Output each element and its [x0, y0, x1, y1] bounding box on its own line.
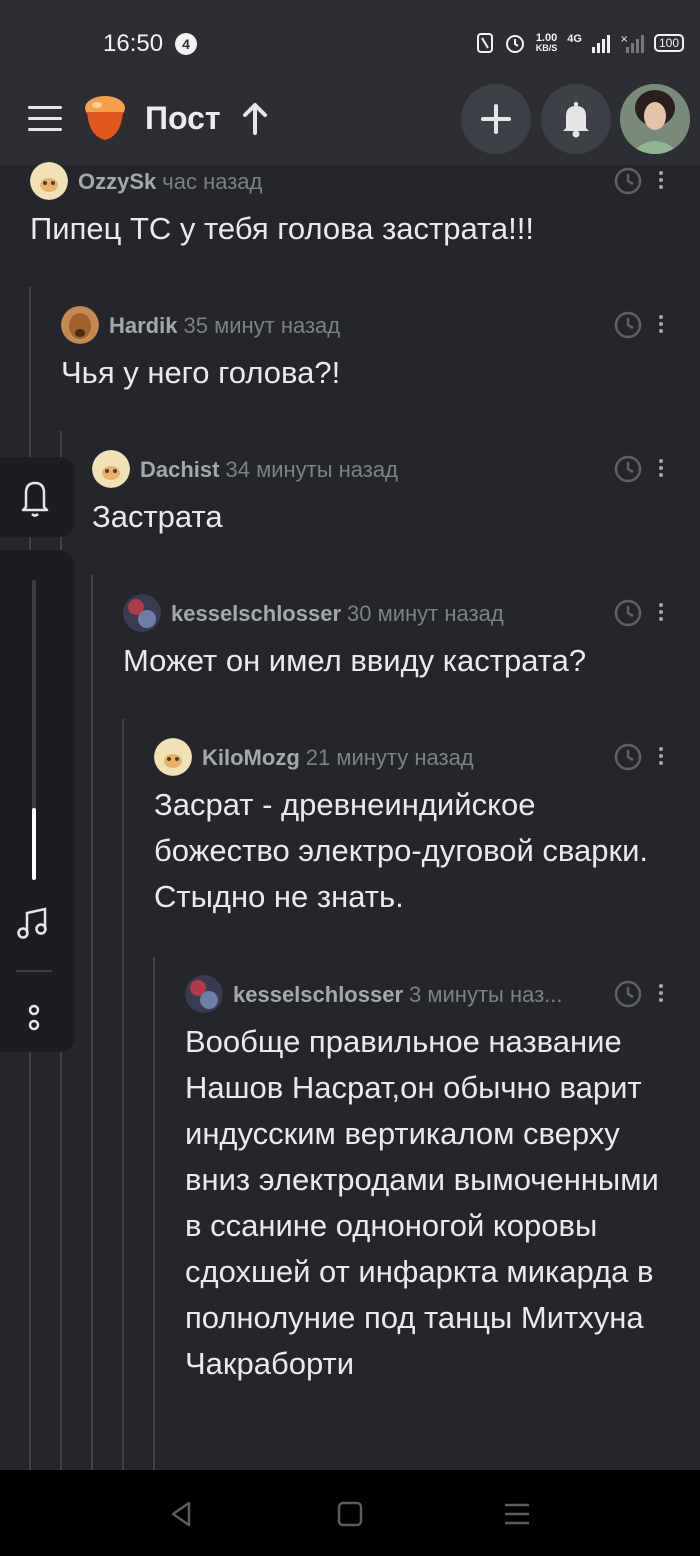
- recents-icon[interactable]: [500, 1497, 534, 1531]
- clock-icon[interactable]: [614, 599, 642, 627]
- avatar[interactable]: [92, 450, 130, 488]
- comment-header: OzzySk час назад: [30, 162, 700, 202]
- thread-line[interactable]: [91, 575, 93, 1470]
- comment-username[interactable]: kesselschlosser: [233, 982, 403, 1007]
- signal-icon: [591, 35, 610, 53]
- more-options-icon[interactable]: [658, 171, 664, 193]
- plus-icon: [481, 104, 511, 134]
- avatar[interactable]: [30, 162, 68, 200]
- comment-username[interactable]: KiloMozg: [202, 745, 300, 770]
- comment-header: Dachist 34 минуты назад: [92, 450, 700, 490]
- logo-icon[interactable]: [79, 92, 131, 144]
- add-post-button[interactable]: [461, 84, 531, 154]
- comment-time: 21 минуту назад: [305, 745, 474, 770]
- comment-time: 3 минуты наз...: [409, 982, 563, 1007]
- comment-time: 30 минут назад: [347, 601, 504, 626]
- comment: OzzySk час назад Пипец ТС у тебя голова з…: [30, 162, 700, 252]
- clock-icon[interactable]: [614, 455, 642, 483]
- more-options-icon[interactable]: [658, 603, 664, 625]
- clock-icon[interactable]: [614, 311, 642, 339]
- bell-icon: [563, 102, 589, 138]
- clock-icon[interactable]: [614, 980, 642, 1008]
- comment: KiloMozg 21 минуту назад Засрат - древнеи…: [154, 738, 700, 920]
- comment: Dachist 34 минуты назад Застрата: [92, 450, 700, 540]
- thread-line[interactable]: [122, 719, 124, 1470]
- comment-username[interactable]: kesselschlosser: [171, 601, 341, 626]
- comment-header: KiloMozg 21 минуту назад: [154, 738, 700, 778]
- nfc-icon: [476, 33, 493, 53]
- arrow-up-icon[interactable]: [240, 101, 270, 137]
- avatar[interactable]: [185, 975, 223, 1013]
- avatar[interactable]: [620, 84, 690, 154]
- clock-icon[interactable]: [614, 743, 642, 771]
- notifications-button[interactable]: [541, 84, 611, 154]
- battery-icon: 100: [653, 34, 684, 52]
- side-media-panel: [0, 550, 75, 1052]
- comment-text: Вообще правильное название Нашов Насрат,…: [185, 1024, 659, 1381]
- clock-icon[interactable]: [614, 167, 642, 195]
- avatar[interactable]: [61, 306, 99, 344]
- more-options-icon[interactable]: [658, 747, 664, 769]
- comment-header: Hardik 35 минут назад: [61, 306, 700, 346]
- comment-username[interactable]: Hardik: [109, 313, 177, 338]
- more-options-icon[interactable]: [658, 459, 664, 481]
- music-note-icon[interactable]: [15, 905, 51, 941]
- comment: Hardik 35 минут назад Чья у него голова?!: [61, 306, 700, 396]
- comment-text: Чья у него голова?!: [61, 355, 341, 390]
- more-options-icon[interactable]: [658, 984, 664, 1006]
- signal-off-icon: ×: [620, 34, 644, 53]
- back-icon[interactable]: [165, 1497, 199, 1531]
- comment-text: Пипец ТС у тебя голова застрата!!!: [30, 211, 534, 246]
- comment-header: kesselschlosser 30 минут назад: [123, 594, 700, 634]
- thread-line[interactable]: [153, 957, 155, 1470]
- alarm-icon: [505, 35, 524, 53]
- comment-time: час назад: [162, 169, 263, 194]
- avatar-image: [620, 84, 690, 154]
- more-dots-icon[interactable]: [22, 1000, 46, 1036]
- comment-username[interactable]: Dachist: [140, 457, 219, 482]
- svg-text:×: ×: [620, 34, 628, 45]
- comment-time: 34 минуты назад: [225, 457, 398, 482]
- page-title: Пост: [145, 100, 221, 136]
- comment-text: Застрата: [92, 499, 223, 534]
- speed-value: 1.00: [535, 32, 558, 44]
- network-speed: 1.00 KB/S: [535, 32, 558, 54]
- comment-header: kesselschlosser 3 минуты наз...: [185, 975, 700, 1015]
- avatar[interactable]: [154, 738, 192, 776]
- bell-outline-icon[interactable]: [0, 457, 75, 537]
- comment: kesselschlosser 3 минуты наз... Вообще пр…: [185, 975, 700, 1387]
- comment-text: Засрат - древнеиндийское божество электр…: [154, 787, 649, 914]
- home-icon[interactable]: [333, 1497, 367, 1531]
- comment-username[interactable]: OzzySk: [78, 169, 156, 194]
- avatar[interactable]: [123, 594, 161, 632]
- network-type: 4G: [567, 33, 582, 45]
- menu-icon[interactable]: [28, 106, 62, 132]
- speed-unit: KB/S: [535, 43, 558, 53]
- volume-slider-fill: [32, 808, 36, 880]
- navigation-bar: [0, 1470, 700, 1556]
- notification-badge: 4: [175, 33, 197, 55]
- status-icons: 1.00 KB/S 4G × 100: [476, 32, 684, 54]
- status-bar: 16:50 4 1.00 KB/S 4G × 100: [0, 0, 700, 75]
- comment-text: Может он имел ввиду кастрата?: [123, 643, 587, 678]
- app-header: Пост: [0, 75, 700, 165]
- comment: kesselschlosser 30 минут назад Может он и…: [123, 594, 700, 684]
- side-notification-panel[interactable]: [0, 457, 75, 537]
- volume-slider[interactable]: [32, 580, 36, 880]
- comment-time: 35 минут назад: [183, 313, 341, 338]
- divider: [16, 970, 52, 972]
- status-time: 16:50: [103, 30, 164, 57]
- more-options-icon[interactable]: [658, 315, 664, 337]
